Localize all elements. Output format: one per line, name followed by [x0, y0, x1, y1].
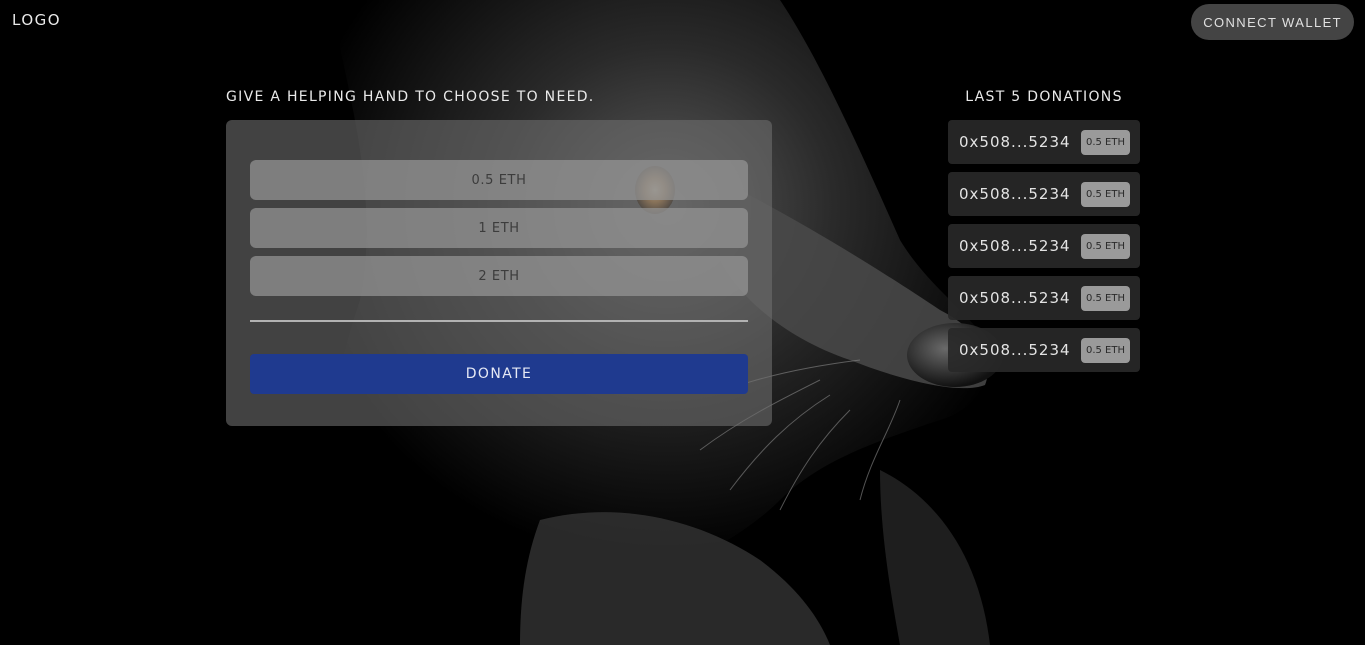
donation-amount-badge: 0.5 ETH — [1080, 181, 1130, 207]
donation-amount-badge: 0.5 ETH — [1080, 285, 1130, 311]
amount-option-2-eth[interactable]: 2 ETH — [250, 256, 748, 296]
donation-amount-badge: 0.5 ETH — [1080, 129, 1130, 155]
donation-address: 0x508...5234 — [959, 237, 1071, 255]
donation-panel: 0.5 ETH 1 ETH 2 ETH DONATE — [226, 120, 772, 426]
recent-donations-list: 0x508...5234 0.5 ETH 0x508...5234 0.5 ET… — [948, 120, 1140, 380]
amount-option-1-eth[interactable]: 1 ETH — [250, 208, 748, 248]
donation-address: 0x508...5234 — [959, 341, 1071, 359]
donation-item: 0x508...5234 0.5 ETH — [948, 276, 1140, 320]
recent-donations-heading: LAST 5 DONATIONS — [965, 89, 1123, 105]
donation-address: 0x508...5234 — [959, 289, 1071, 307]
donation-item: 0x508...5234 0.5 ETH — [948, 172, 1140, 216]
donation-address: 0x508...5234 — [959, 133, 1071, 151]
logo[interactable]: LOGO — [12, 11, 61, 29]
donate-heading: GIVE A HELPING HAND TO CHOOSE TO NEED. — [226, 89, 595, 105]
divider — [250, 320, 748, 322]
donation-address: 0x508...5234 — [959, 185, 1071, 203]
donation-item: 0x508...5234 0.5 ETH — [948, 224, 1140, 268]
connect-wallet-button[interactable]: CONNECT WALLET — [1191, 4, 1354, 40]
donation-amount-badge: 0.5 ETH — [1080, 233, 1130, 259]
donation-amount-badge: 0.5 ETH — [1080, 337, 1130, 363]
donation-item: 0x508...5234 0.5 ETH — [948, 120, 1140, 164]
amount-option-0-5-eth[interactable]: 0.5 ETH — [250, 160, 748, 200]
page: LOGO CONNECT WALLET GIVE A HELPING HAND … — [0, 0, 1365, 645]
donation-item: 0x508...5234 0.5 ETH — [948, 328, 1140, 372]
donate-button[interactable]: DONATE — [250, 354, 748, 394]
